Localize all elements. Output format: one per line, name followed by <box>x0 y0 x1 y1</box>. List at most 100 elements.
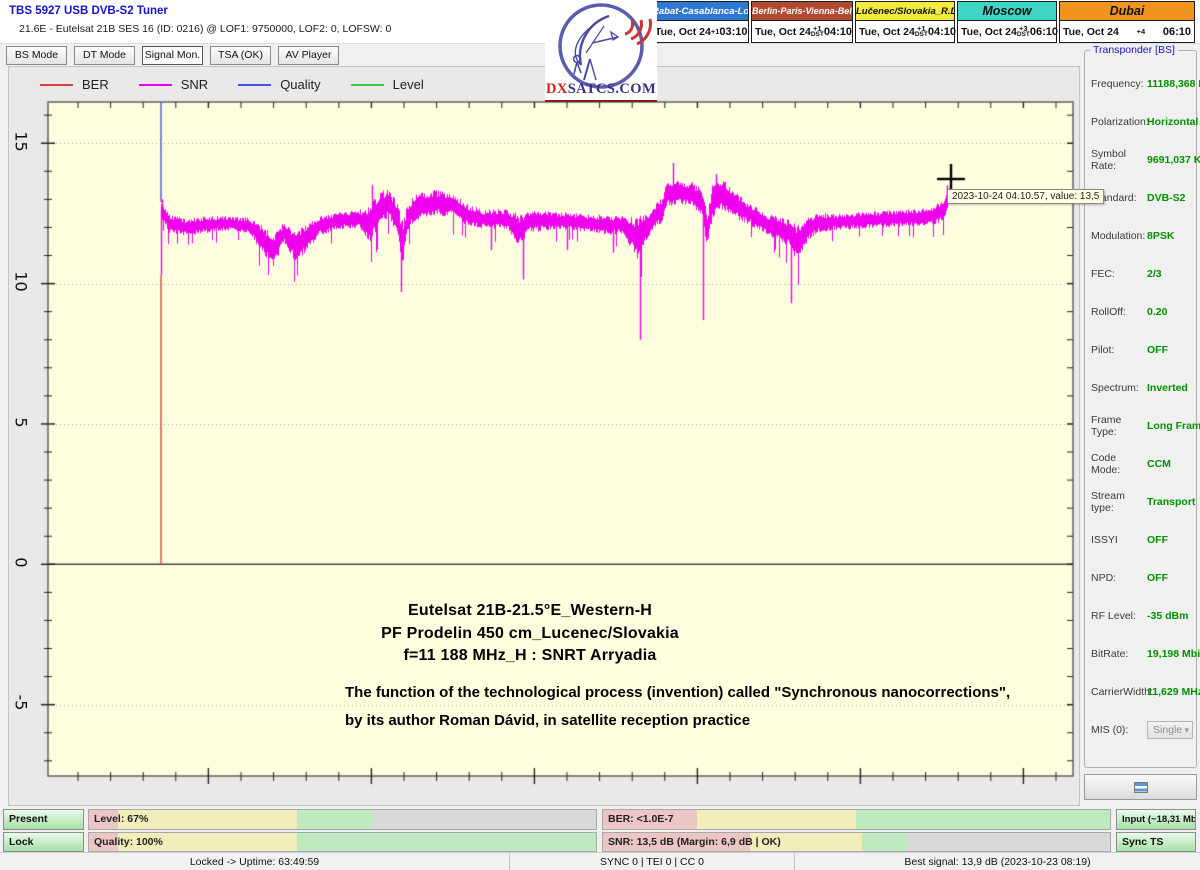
y-axis-tick-label: 15 <box>12 125 31 157</box>
meter-segment <box>907 833 1110 851</box>
chart-annotation-block: Eutelsat 21B-21.5°E_Western-H PF Prodeli… <box>250 600 810 668</box>
field-value: OFF <box>1147 572 1168 584</box>
clock-date: Tue, Oct 24 <box>859 26 915 38</box>
y-axis-tick-label: 0 <box>12 547 31 579</box>
logo-text: DXSATCS.COM <box>546 81 656 97</box>
clock-time: 04:10 <box>928 26 956 38</box>
clock-berlin-paris-vienna-belgrade: Berlin-Paris-Vienna-BelgradeTue, Oct 24+… <box>751 1 853 43</box>
status-box-present: Present <box>3 809 84 830</box>
status-box-lock: Lock <box>3 832 84 852</box>
field-label: Pilot: <box>1091 344 1147 356</box>
clock-utc-offset: +1 <box>711 28 720 36</box>
mis-selected-value: Single <box>1153 724 1182 736</box>
transponder-field-polarization: Polarization:Horizontal <box>1085 103 1196 141</box>
field-value: OFF <box>1147 534 1168 546</box>
field-label: RF Level: <box>1091 610 1147 622</box>
field-value: OFF <box>1147 344 1168 356</box>
legend-item-quality: Quality <box>238 77 320 92</box>
status-bar: Locked -> Uptime: 63:49:59 SYNC 0 | TEI … <box>0 852 1200 870</box>
clock-time-row: Tue, Oct 24+3DST06:10 <box>958 21 1056 42</box>
transponder-field-modulation: Modulation:8PSK <box>1085 217 1196 255</box>
ts-capture-button[interactable] <box>1084 774 1197 800</box>
tuner-subtitle: 21.6E - Eutelsat 21B SES 16 (ID: 0216) @… <box>19 23 391 35</box>
mode-tabs: BS Mode DT Mode Signal Mon. TSA (OK) AV Play… <box>6 46 339 65</box>
clock-dubai: DubaiTue, Oct 24+406:10 <box>1059 1 1195 43</box>
transponder-field-spectrum: Spectrum:Inverted <box>1085 369 1196 407</box>
mis-label: MIS (0): <box>1091 724 1147 736</box>
app-title: TBS 5927 USB DVB-S2 Tuner <box>9 5 168 17</box>
tab-dt-mode[interactable]: DT Mode <box>74 46 135 65</box>
meter-ber: BER: <1.0E-7 <box>602 809 1111 830</box>
clock-city-label: Moscow <box>958 2 1056 21</box>
legend-line-icon <box>139 84 172 86</box>
transponder-field-frame-type: Frame Type:Long Frame <box>1085 407 1196 445</box>
transponder-panel: Transponder [BS] Frequency:11188,368 MHz… <box>1084 50 1197 768</box>
annotation-line: Eutelsat 21B-21.5°E_Western-H <box>250 600 810 623</box>
field-value: 11188,368 MHz <box>1147 78 1200 90</box>
legend-label: BER <box>82 77 109 92</box>
clock-utc-offset: +4 <box>1119 28 1163 36</box>
clock-utc-offset: +1DST <box>811 25 824 39</box>
clock-moscow: MoscowTue, Oct 24+3DST06:10 <box>957 1 1057 43</box>
clock-time: 06:10 <box>1163 26 1191 38</box>
meter-label: SNR: 13,5 dB (Margin: 6,9 dB | OK) <box>608 833 781 851</box>
clock-time: 04:10 <box>824 26 852 38</box>
y-axis-tick-label: -5 <box>12 687 31 719</box>
field-value: -35 dBm <box>1147 610 1188 622</box>
meter-segment <box>697 810 857 829</box>
meter-quality: Quality: 100% <box>88 832 597 852</box>
meter-segment <box>297 833 596 851</box>
clock-time-row: Tue, Oct 24+1DST04:10 <box>856 21 954 42</box>
clock-city-label: Lučenec/Slovakia_R.Dávid <box>856 2 954 21</box>
field-label: Stream type: <box>1091 490 1147 514</box>
field-value: 9691,037 KS/s <box>1147 154 1200 166</box>
satellite-dish-icon: DXSATCS.COM <box>546 1 656 99</box>
transponder-panel-title: Transponder [BS] <box>1090 44 1178 56</box>
clock-time-row: Tue, Oct 24+103:10 <box>652 21 748 42</box>
transponder-field-carrierwidth: CarrierWidth:11,629 MHz <box>1085 673 1196 711</box>
transponder-field-rolloff: RollOff:0.20 <box>1085 293 1196 331</box>
mis-dropdown[interactable]: Single ▾ <box>1147 721 1193 739</box>
field-value: Long Frame <box>1147 420 1200 432</box>
y-axis-tick-label: 5 <box>12 406 31 438</box>
field-label: RollOff: <box>1091 306 1147 318</box>
field-label: Frequency: <box>1091 78 1147 90</box>
transponder-field-frequency: Frequency:11188,368 MHz <box>1085 65 1196 103</box>
clock-time-row: Tue, Oct 24+1DST04:10 <box>752 21 852 42</box>
chart-legend: BERSNRQualityLevel <box>40 77 424 92</box>
tab-signal-mon[interactable]: Signal Mon. <box>142 46 203 65</box>
field-value: 8PSK <box>1147 230 1174 242</box>
field-label: Frame Type: <box>1091 414 1147 438</box>
field-label: Polarization: <box>1091 116 1147 128</box>
annotation-line: by its author Roman Dávid, in satellite … <box>345 707 1025 735</box>
tab-av-player[interactable]: AV Player <box>278 46 339 65</box>
transponder-field-rf-level: RF Level:-35 dBm <box>1085 597 1196 635</box>
clock-rabat-casablanca-london: Rabat-Casablanca-LondonTue, Oct 24+103:1… <box>651 1 749 43</box>
clock-utc-offset: +1DST <box>915 25 928 39</box>
legend-line-icon <box>351 84 384 86</box>
meter-segment <box>862 833 908 851</box>
clock-lu-enec-slovakia-r-d-vid: Lučenec/Slovakia_R.DávidTue, Oct 24+1DST… <box>855 1 955 43</box>
chevron-down-icon: ▾ <box>1184 725 1189 736</box>
meter-segment <box>856 810 1110 829</box>
status-box-input: Input (~18,31 Mbps) <box>1116 809 1196 830</box>
clock-time: 03:10 <box>719 26 747 38</box>
y-axis-tick-label: 10 <box>12 266 31 298</box>
tab-tsa-ok[interactable]: TSA (OK) <box>210 46 271 65</box>
field-label: Code Mode: <box>1091 452 1147 476</box>
meter-label: Level: 67% <box>94 810 148 829</box>
meter-snr: SNR: 13,5 dB (Margin: 6,9 dB | OK) <box>602 832 1111 852</box>
clock-time-row: Tue, Oct 24+406:10 <box>1060 21 1194 42</box>
legend-line-icon <box>238 84 271 86</box>
field-value: 11,629 MHz <box>1147 686 1200 698</box>
meter-label: Quality: 100% <box>94 833 163 851</box>
transponder-field-issyi: ISSYIOFF <box>1085 521 1196 559</box>
clock-time: 06:10 <box>1030 26 1058 38</box>
field-label: ISSYI <box>1091 534 1147 546</box>
field-value: 0.20 <box>1147 306 1167 318</box>
status-sync-counters: SYNC 0 | TEI 0 | CC 0 <box>510 853 795 870</box>
field-label: Modulation: <box>1091 230 1147 242</box>
dxsatcs-logo: DXSATCS.COM <box>545 0 657 102</box>
clock-utc-offset: +3DST <box>1017 25 1030 39</box>
tab-bs-mode[interactable]: BS Mode <box>6 46 67 65</box>
